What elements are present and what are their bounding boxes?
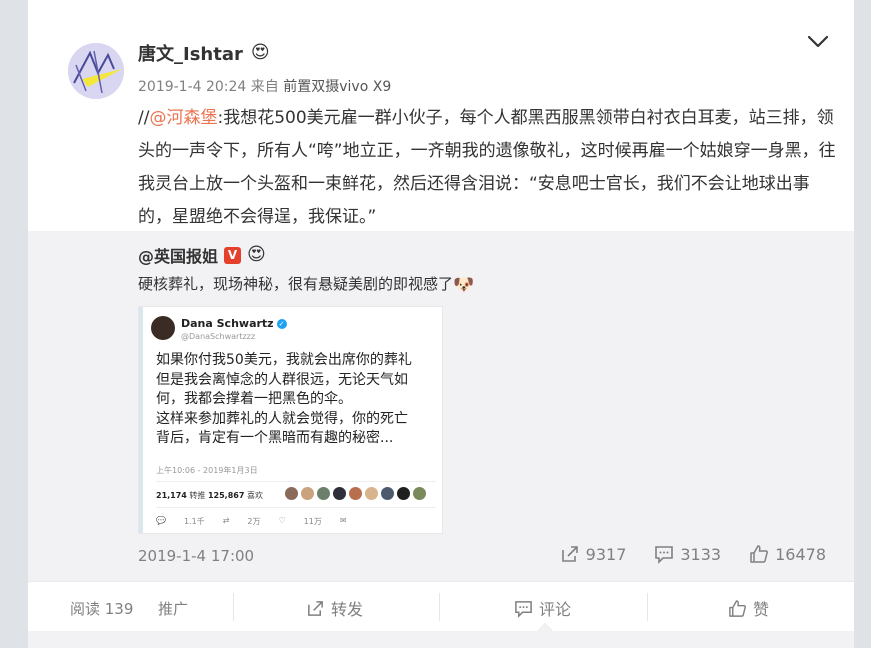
quoted-username[interactable]: @英国报姐 xyxy=(138,243,218,267)
tweet-actions: 💬 1.1千 ⇄ 2万 ♡ 11万 ✉ xyxy=(156,516,347,527)
comment-label: 评论 xyxy=(539,600,572,619)
avatar[interactable] xyxy=(68,43,124,99)
quoted-image[interactable]: Dana Schwartz ✓ @DanaSchwartzzz 如果你付我50美元… xyxy=(138,306,443,534)
liker-avatar xyxy=(397,487,410,500)
thumbs-up-icon xyxy=(729,599,746,617)
liker-avatar xyxy=(317,487,330,500)
liker-avatar xyxy=(381,487,394,500)
quoted-comment-stat[interactable]: 3133 xyxy=(654,544,721,564)
post-username[interactable]: 唐文_Ishtar 😍 xyxy=(138,40,270,66)
post-text: :我想花500美元雇一群小伙子，每个人都黑西服黑领带白衬衣白耳麦，站三排，领头的… xyxy=(138,108,836,227)
tweet-reply-icon: 💬 xyxy=(156,516,166,525)
forward-icon xyxy=(308,600,323,616)
source-prefix: 来自 xyxy=(250,79,279,95)
quoted-like-stat[interactable]: 16478 xyxy=(749,544,826,564)
like-label: 赞 xyxy=(753,600,770,619)
heart-eyes-emoji-icon: 😍 xyxy=(250,42,270,63)
quoted-post: @英国报姐 V 😍 硬核葬礼，现场神秘，很有悬疑美剧的即视感了🐶 Dana Sc… xyxy=(28,231,854,581)
promote-button[interactable]: 推广 xyxy=(158,598,188,619)
verified-check-icon: ✓ xyxy=(276,319,287,329)
forward-icon xyxy=(561,546,578,562)
tweet-divider xyxy=(156,507,436,508)
divider xyxy=(233,593,234,621)
liker-avatar xyxy=(301,487,314,500)
image-accent-bar xyxy=(139,307,143,533)
avatar-image xyxy=(68,43,124,99)
comment-count: 3133 xyxy=(680,544,722,564)
tweet-divider xyxy=(156,481,436,482)
quoted-text: 硬核葬礼，现场神秘，很有悬疑美剧的即视感了 xyxy=(138,275,454,293)
liker-avatar xyxy=(349,487,362,500)
repost-prefix: // xyxy=(138,108,150,128)
post-meta: 2019-1-4 20:24 来自 前置双摄vivo X9 xyxy=(138,76,391,96)
tweet-author: Dana Schwartz xyxy=(181,317,274,330)
tweet-retweet-count: 2万 xyxy=(247,517,261,526)
weibo-post-card: 唐文_Ishtar 😍 2019-1-4 20:24 来自 前置双摄vivo X… xyxy=(28,0,854,648)
tweet-mail-icon: ✉ xyxy=(339,516,347,525)
liker-avatar xyxy=(285,487,298,500)
thumbs-up-icon xyxy=(750,545,769,563)
post-body: //@河森堡:我想花500美元雇一群小伙子，每个人都黑西服黑领带白衬衣白耳麦，站… xyxy=(138,102,838,234)
post-source[interactable]: 前置双摄vivo X9 xyxy=(283,79,391,95)
tweet-reply-count: 1.1千 xyxy=(183,517,205,526)
quoted-username-row: @英国报姐 V 😍 xyxy=(138,243,266,267)
like-count: 16478 xyxy=(775,544,826,564)
doge-icon: 🐶 xyxy=(453,274,475,295)
forward-label: 转发 xyxy=(331,600,364,619)
heart-eyes-emoji-icon: 😍 xyxy=(247,244,266,265)
tweet-retweets: 21,174 xyxy=(156,491,187,500)
tweet-like-icon: ♡ xyxy=(278,516,286,525)
tweet-likes: 125,867 xyxy=(207,491,245,500)
tweet-author-row: Dana Schwartz ✓ xyxy=(181,317,287,330)
verified-badge-icon: V xyxy=(224,246,242,264)
quoted-forward-stat[interactable]: 9317 xyxy=(560,544,627,564)
forward-count: 9317 xyxy=(585,544,627,564)
quoted-date[interactable]: 2019-1-4 17:00 xyxy=(138,547,254,565)
comment-icon xyxy=(655,546,674,564)
tweet-retweets-label: 转推 xyxy=(189,491,206,500)
divider xyxy=(647,593,648,621)
divider xyxy=(439,593,440,621)
forward-button[interactable]: 转发 xyxy=(306,596,363,620)
read-count: 阅读 139 xyxy=(70,600,134,618)
comment-area-strip xyxy=(28,631,854,648)
tweet-likes-label: 喜欢 xyxy=(246,491,263,500)
chevron-down-icon[interactable] xyxy=(804,30,832,52)
action-bar: 阅读 139 推广 转发 评论 赞 xyxy=(28,581,854,632)
tweet-avatar xyxy=(151,316,175,340)
post-timestamp[interactable]: 2019-1-4 20:24 xyxy=(138,79,246,95)
mention-link[interactable]: @河森堡 xyxy=(149,108,217,128)
tweet-body: 如果你付我50美元，我就会出席你的葬礼 但是我会离悼念的人群很远，无论天气如 何… xyxy=(156,352,412,446)
tweet-like-count: 11万 xyxy=(303,517,322,526)
comment-icon xyxy=(515,600,532,618)
quoted-text-row: 硬核葬礼，现场神秘，很有悬疑美剧的即视感了🐶 xyxy=(138,273,474,295)
comment-button[interactable]: 评论 xyxy=(514,596,571,620)
liker-avatar xyxy=(333,487,346,500)
tweet-retweet-icon: ⇄ xyxy=(222,516,230,525)
username-text[interactable]: 唐文_Ishtar xyxy=(138,40,243,66)
tweet-handle: @DanaSchwartzzz xyxy=(181,332,256,341)
tweet-stats: 21,174 转推 125,867 喜欢 xyxy=(156,490,263,501)
liker-avatar xyxy=(365,487,378,500)
tweet-liker-avatars xyxy=(285,487,426,500)
tweet-time: 上午10:06 - 2019年1月3日 xyxy=(156,466,258,475)
quoted-stats: 9317 3133 16478 xyxy=(560,544,826,564)
like-button[interactable]: 赞 xyxy=(728,596,769,620)
liker-avatar xyxy=(413,487,426,500)
